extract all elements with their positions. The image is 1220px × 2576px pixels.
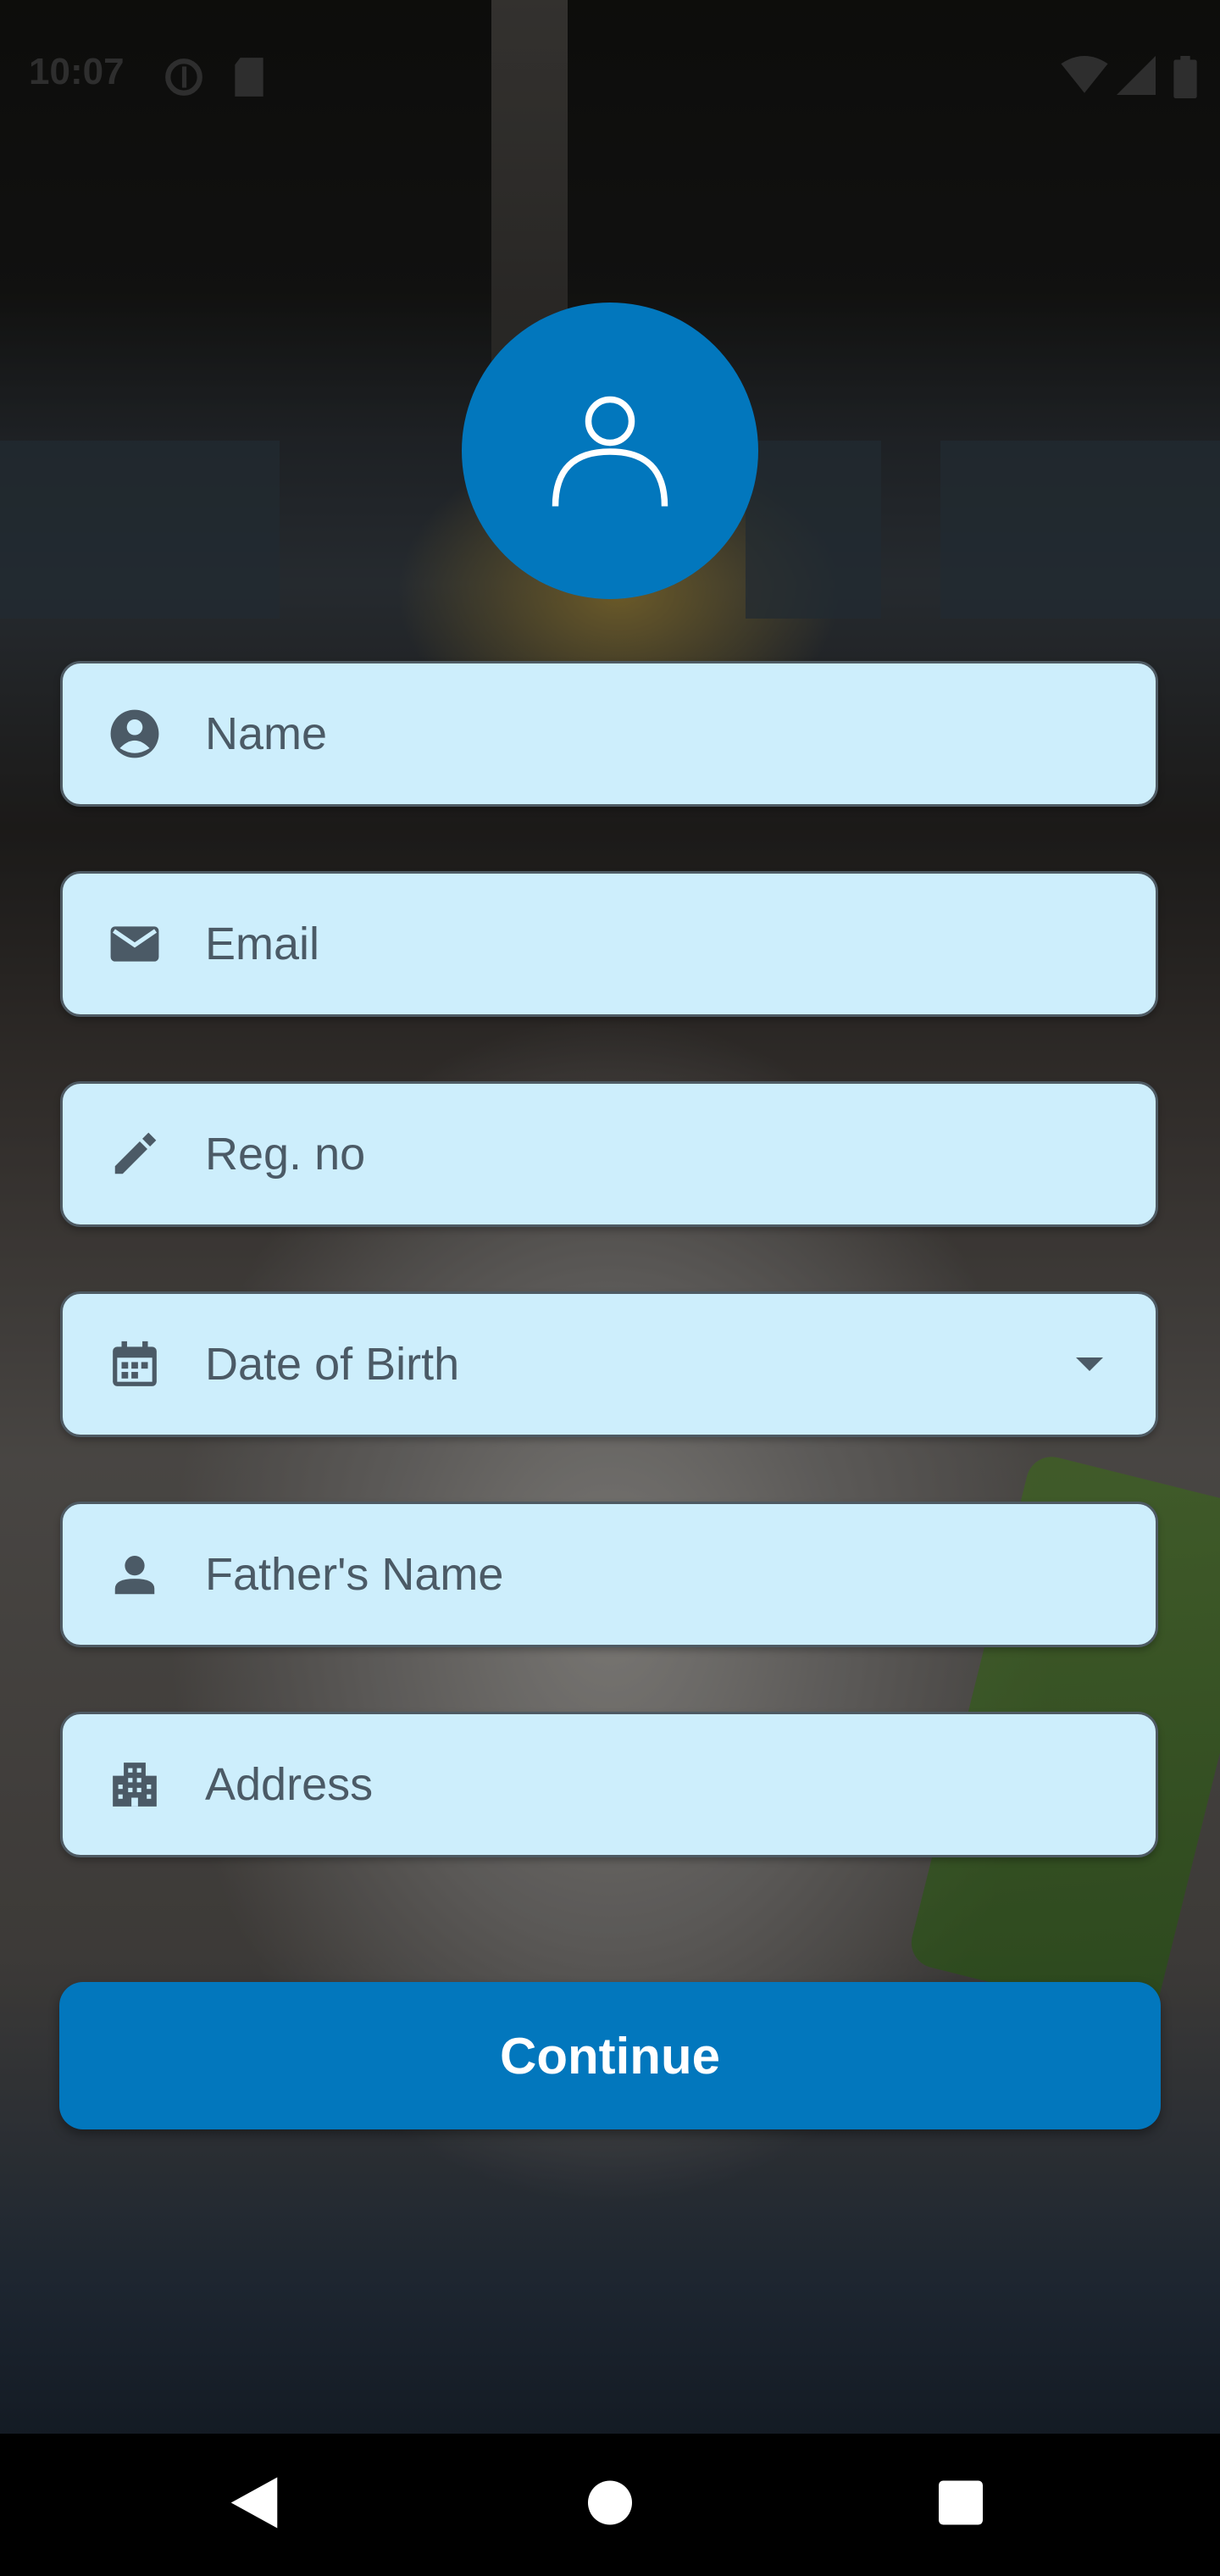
home-icon[interactable] bbox=[588, 2480, 632, 2529]
fathers-name-placeholder: Father's Name bbox=[205, 1549, 504, 1600]
profile-avatar[interactable] bbox=[462, 303, 758, 599]
person-icon bbox=[108, 1548, 161, 1601]
date-of-birth-dropdown[interactable]: Date of Birth bbox=[60, 1291, 1158, 1437]
signal-icon bbox=[1117, 56, 1156, 104]
account-circle-icon bbox=[108, 708, 161, 760]
name-field[interactable]: Name bbox=[60, 661, 1158, 807]
recents-icon[interactable] bbox=[939, 2480, 983, 2529]
apartment-icon bbox=[108, 1758, 161, 1811]
dropdown-arrow-icon[interactable] bbox=[1076, 1357, 1103, 1371]
address-field[interactable]: Address bbox=[60, 1712, 1158, 1857]
battery-icon bbox=[1173, 56, 1198, 108]
data-saver-icon bbox=[163, 56, 205, 108]
calendar-icon bbox=[108, 1338, 161, 1391]
back-icon[interactable] bbox=[230, 2477, 278, 2533]
reg-no-field[interactable]: Reg. no bbox=[60, 1081, 1158, 1227]
registration-screen: 10:07 Name Email Reg. no Date of Birth F… bbox=[0, 0, 1220, 2576]
address-placeholder: Address bbox=[205, 1759, 374, 1810]
email-placeholder: Email bbox=[205, 919, 320, 969]
name-placeholder: Name bbox=[205, 708, 328, 759]
sd-card-icon bbox=[230, 56, 268, 108]
navigation-bar bbox=[0, 2434, 1220, 2576]
date-of-birth-placeholder: Date of Birth bbox=[205, 1339, 460, 1390]
reg-no-placeholder: Reg. no bbox=[205, 1129, 366, 1180]
status-bar: 10:07 bbox=[0, 0, 1220, 144]
wifi-icon bbox=[1061, 56, 1108, 104]
person-outline-icon bbox=[546, 386, 674, 517]
continue-button[interactable]: Continue bbox=[59, 1982, 1161, 2129]
status-time: 10:07 bbox=[29, 51, 125, 92]
fathers-name-field[interactable]: Father's Name bbox=[60, 1502, 1158, 1647]
pencil-icon bbox=[108, 1128, 161, 1180]
mail-icon bbox=[108, 918, 161, 970]
email-field[interactable]: Email bbox=[60, 871, 1158, 1017]
